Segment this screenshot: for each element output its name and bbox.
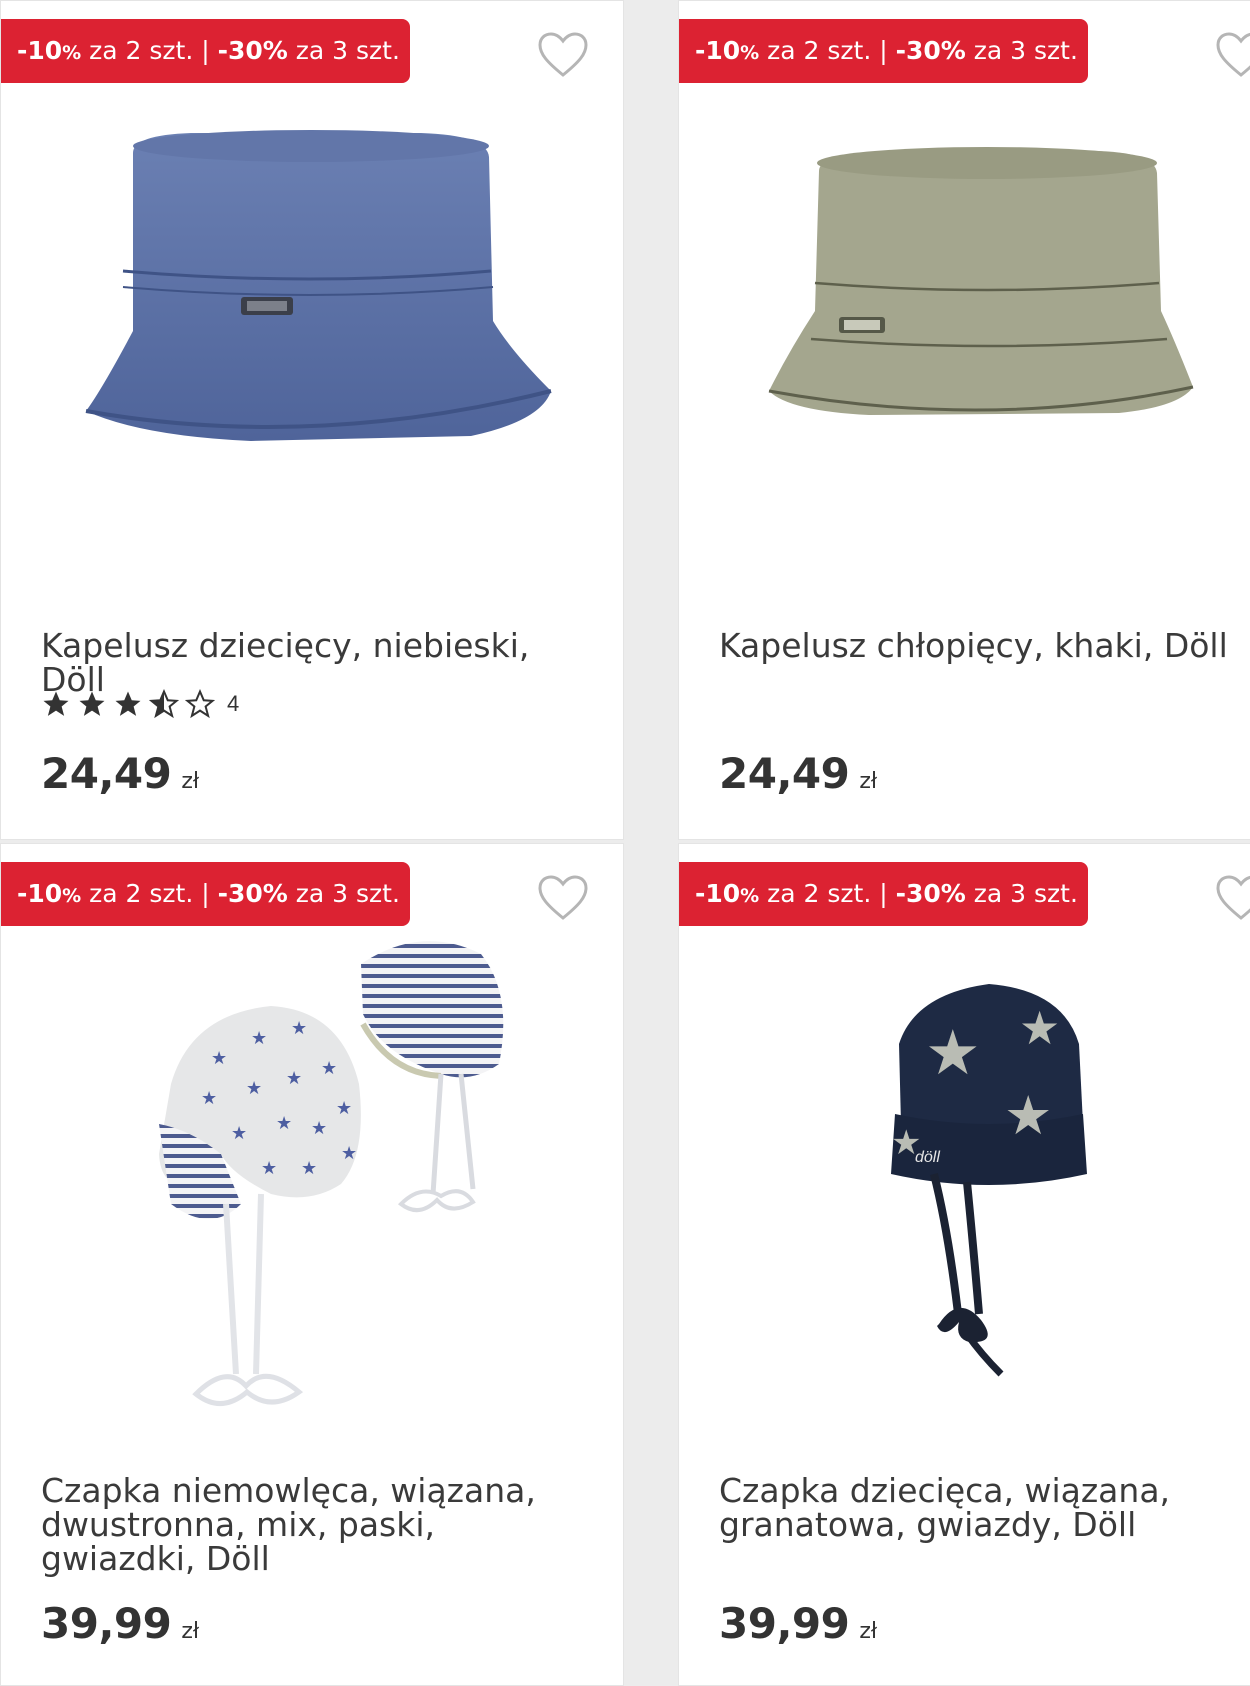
svg-text:★: ★	[341, 1143, 357, 1163]
product-card[interactable]: -10% za 2 szt. | -30% za 3 szt. ★ ★ ★ ★ ★ ★	[0, 843, 624, 1686]
product-image[interactable]: ★ ★ ★ ★ ★ ★ ★ ★ ★ ★ ★ ★ ★ ★	[41, 934, 581, 1454]
svg-text:döll: döll	[915, 1149, 940, 1166]
product-price: 24,49 zł	[719, 749, 878, 798]
svg-text:★: ★	[1019, 1002, 1060, 1054]
star-half-icon	[149, 689, 179, 719]
svg-text:★: ★	[301, 1158, 317, 1178]
svg-text:★: ★	[321, 1058, 337, 1078]
star-full-icon	[79, 691, 105, 716]
svg-text:★: ★	[1004, 1086, 1052, 1146]
heart-icon[interactable]	[1215, 31, 1250, 79]
product-card[interactable]: -10% za 2 szt. | -30% za 3 szt. ★ ★ ★ ★ …	[678, 843, 1250, 1686]
svg-text:★: ★	[261, 1158, 277, 1178]
heart-icon[interactable]	[1215, 874, 1250, 922]
rating-count: 4	[227, 691, 240, 716]
promo-badge: -10% za 2 szt. | -30% za 3 szt.	[1, 862, 410, 926]
product-image[interactable]	[41, 91, 581, 611]
product-title[interactable]: Kapelusz chłopięcy, khaki, Döll	[719, 629, 1250, 663]
product-price: 39,99 zł	[41, 1599, 200, 1648]
star-full-icon	[43, 691, 69, 716]
star-full-icon	[115, 691, 141, 716]
promo-badge: -10% za 2 szt. | -30% za 3 szt.	[679, 862, 1088, 926]
product-title[interactable]: Czapka niemowlęca, wiązana, dwustronna, …	[41, 1474, 581, 1576]
product-price: 39,99 zł	[719, 1599, 878, 1648]
product-image[interactable]	[719, 91, 1250, 611]
product-card[interactable]: -10% za 2 szt. | -30% za 3 szt. Kapelusz…	[678, 0, 1250, 840]
svg-text:★: ★	[251, 1028, 267, 1048]
product-title[interactable]: Czapka dziecięca, wiązana, granatowa, gw…	[719, 1474, 1250, 1542]
heart-icon[interactable]	[537, 874, 589, 922]
promo-badge: -10% za 2 szt. | -30% za 3 szt.	[679, 19, 1088, 83]
svg-text:★: ★	[246, 1078, 262, 1098]
product-grid: -10% za 2 szt. | -30% za 3 szt. Kapelusz…	[0, 0, 1250, 1686]
svg-text:★: ★	[201, 1088, 217, 1108]
product-card[interactable]: -10% za 2 szt. | -30% za 3 szt. Kapelusz…	[0, 0, 624, 840]
rating: 4	[41, 689, 239, 719]
product-title[interactable]: Kapelusz dziecięcy, niebieski, Döll	[41, 629, 581, 697]
svg-text:★: ★	[231, 1123, 247, 1143]
product-price: 24,49 zł	[41, 749, 200, 798]
heart-icon[interactable]	[537, 31, 589, 79]
svg-text:★: ★	[311, 1118, 327, 1138]
promo-badge: -10% za 2 szt. | -30% za 3 szt.	[1, 19, 410, 83]
product-image[interactable]: ★ ★ ★ ★ döll	[719, 934, 1250, 1454]
svg-text:★: ★	[286, 1068, 302, 1088]
svg-text:★: ★	[925, 1019, 981, 1088]
svg-text:★: ★	[211, 1048, 227, 1068]
star-empty-icon	[185, 689, 215, 719]
svg-text:★: ★	[291, 1018, 307, 1038]
svg-text:★: ★	[276, 1113, 292, 1133]
svg-text:★: ★	[336, 1098, 352, 1118]
